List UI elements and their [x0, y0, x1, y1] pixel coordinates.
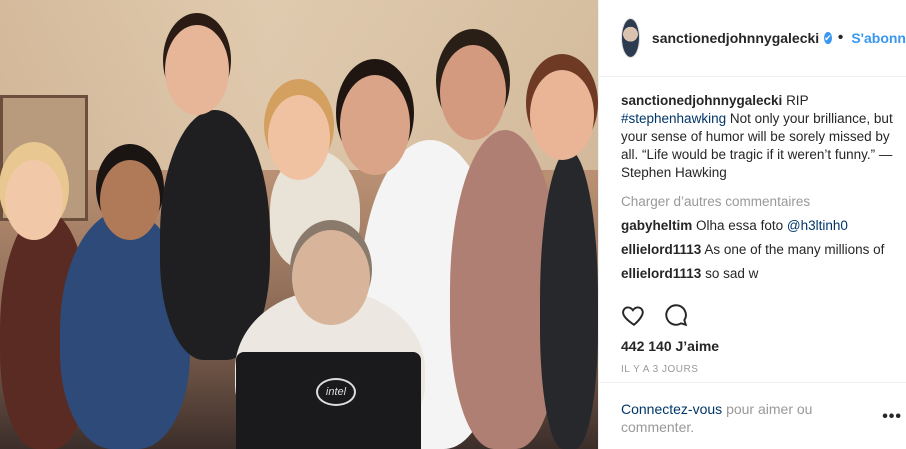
person-head: [292, 230, 370, 325]
follow-button[interactable]: S'abonn: [851, 30, 906, 46]
post-photo[interactable]: intel: [0, 0, 598, 449]
comment-username[interactable]: ellielord1113: [621, 266, 701, 281]
heart-icon[interactable]: [621, 302, 647, 328]
add-comment-prompt: Connectez-vous pour aimer ou commenter.: [621, 400, 841, 436]
person-head: [100, 160, 160, 240]
person-head: [340, 75, 410, 175]
person-head: [268, 95, 330, 180]
divider: [599, 382, 906, 383]
person-head: [530, 70, 594, 160]
comments-section: sanctionedjohnnygalecki RIP #stephenhawk…: [621, 92, 901, 283]
comment-mention[interactable]: @h3ltinh0: [787, 218, 848, 233]
post-timestamp: IL Y A 3 JOURS: [621, 364, 699, 375]
comment-icon[interactable]: [663, 302, 689, 328]
comment-item: gabyheltim Olha essa foto @h3ltinh0: [621, 217, 901, 235]
caption: sanctionedjohnnygalecki RIP #stephenhawk…: [621, 92, 901, 182]
post-header: sanctionedjohnnygalecki ✔ • S'abonn: [599, 0, 906, 77]
login-link[interactable]: Connectez-vous: [621, 401, 722, 417]
instagram-post: intel sanctionedjohnnygalecki ✔ • S'abon…: [0, 0, 906, 449]
intel-logo: intel: [316, 378, 356, 406]
comment-username[interactable]: gabyheltim: [621, 218, 692, 233]
separator-dot: •: [837, 29, 844, 46]
more-options-icon[interactable]: •••: [882, 408, 902, 426]
header-username[interactable]: sanctionedjohnnygalecki: [652, 30, 819, 46]
avatar[interactable]: [621, 18, 640, 58]
person-head: [165, 25, 229, 115]
verified-badge-icon: ✔: [824, 32, 832, 44]
post-sidebar: sanctionedjohnnygalecki ✔ • S'abonn sanc…: [598, 0, 906, 449]
caption-username[interactable]: sanctionedjohnnygalecki: [621, 93, 782, 108]
person-head: [5, 160, 63, 240]
person-silhouette: [540, 150, 598, 449]
caption-text-before: RIP: [786, 93, 809, 108]
comment-text: Olha essa foto: [696, 218, 784, 233]
comment-item: ellielord1113 As one of the many million…: [621, 241, 901, 259]
likes-count[interactable]: 442 140 J’aime: [621, 338, 719, 354]
person-head: [440, 45, 506, 140]
comment-item: ellielord1113 so sad w: [621, 265, 901, 283]
laptop: intel: [236, 352, 421, 449]
comment-text: so sad w: [705, 266, 759, 281]
post-actions: [621, 302, 689, 328]
comment-text: As one of the many millions of: [704, 242, 885, 257]
comment-username[interactable]: ellielord1113: [621, 242, 701, 257]
load-more-comments-button[interactable]: Charger d’autres commentaires: [621, 193, 901, 211]
caption-hashtag[interactable]: #stephenhawking: [621, 111, 726, 126]
